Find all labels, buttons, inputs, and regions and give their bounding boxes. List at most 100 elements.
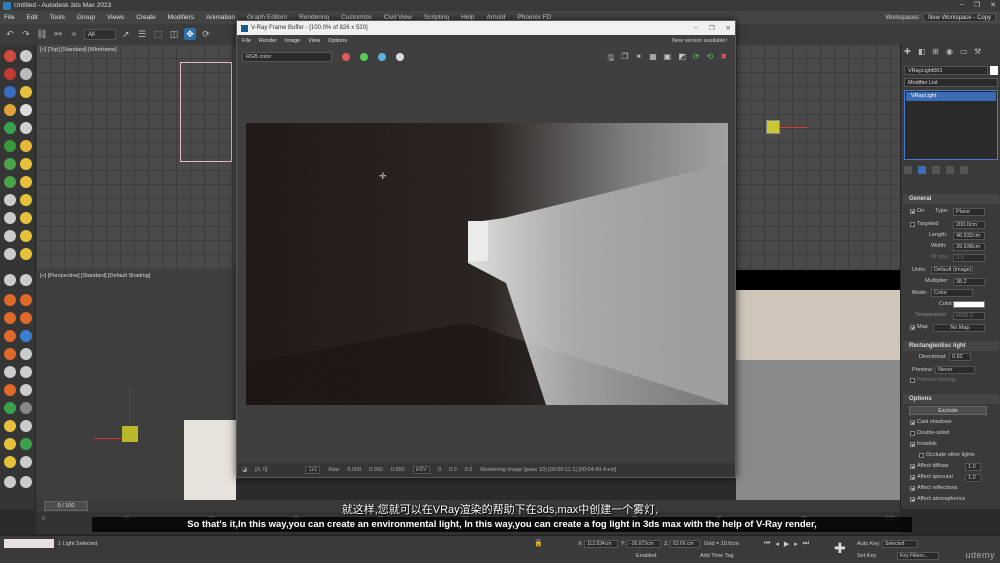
vfb-title-bar[interactable]: V-Ray Frame Buffer - [100.0% of 826 x 52…: [237, 21, 735, 35]
on-checkbox[interactable]: [910, 209, 915, 214]
time-slider[interactable]: 0 / 100: [36, 500, 900, 512]
vray-icon[interactable]: [4, 476, 16, 488]
flower-icon[interactable]: [20, 176, 32, 188]
top-viewport[interactable]: [+] [Top] [Standard] [Wireframe]: [36, 44, 236, 270]
bulb-icon[interactable]: [20, 86, 32, 98]
vfb-menu-image[interactable]: Image: [285, 38, 300, 44]
brush-icon[interactable]: [20, 384, 32, 396]
leaf-icon[interactable]: [4, 140, 16, 152]
vfb-maximize-button[interactable]: ❐: [709, 24, 715, 32]
auto-key-selection[interactable]: Selected: [882, 540, 918, 548]
affect-reflections-checkbox[interactable]: [910, 486, 915, 491]
list-icon[interactable]: [4, 274, 16, 286]
ring-icon[interactable]: [20, 456, 32, 468]
unlink-icon[interactable]: ⚯: [52, 28, 64, 40]
play-icon[interactable]: ▶: [784, 540, 789, 548]
x-coordinate-field[interactable]: 112.834cm: [584, 540, 618, 548]
smoke-icon[interactable]: [20, 312, 32, 324]
go-to-start-icon[interactable]: ⏮: [764, 540, 770, 548]
occlude-checkbox[interactable]: [919, 453, 924, 458]
chain-icon[interactable]: [20, 122, 32, 134]
plant-icon[interactable]: [4, 158, 16, 170]
select-object-icon[interactable]: ➚: [120, 28, 132, 40]
track-bar[interactable]: 0 10 20 30 40 50 60 70 80 90 100: [36, 512, 900, 534]
general-rollout-header[interactable]: General: [903, 194, 999, 204]
modify-tab-icon[interactable]: ◧: [918, 47, 928, 57]
z-coordinate-field[interactable]: 63.66 cm: [670, 540, 700, 548]
menu-group[interactable]: Group: [77, 14, 95, 21]
cast-shadows-checkbox[interactable]: [910, 420, 915, 425]
workspace-dropdown[interactable]: New Workspace - Copy: [923, 13, 996, 22]
magnet-icon[interactable]: [4, 68, 16, 80]
width-spinner[interactable]: 39.938cm: [953, 243, 985, 251]
affect-specular-checkbox[interactable]: [910, 475, 915, 480]
light-color-swatch[interactable]: [953, 301, 985, 308]
window-crossing-icon[interactable]: ◫: [168, 28, 180, 40]
length-spinner[interactable]: 46.932cm: [953, 232, 985, 240]
perspective-viewport[interactable]: [+] [Perspective] [Standard] [Default Sh…: [36, 270, 236, 500]
exclude-button[interactable]: Exclude: [909, 406, 987, 415]
sun-icon[interactable]: [4, 104, 16, 116]
select-move-icon[interactable]: ✥: [184, 28, 196, 40]
wave-icon[interactable]: [4, 348, 16, 360]
paint-icon[interactable]: [4, 420, 16, 432]
light-rectangle[interactable]: [180, 62, 232, 162]
temperature-spinner[interactable]: 6500.0: [953, 312, 985, 320]
go-to-end-icon[interactable]: ⏭: [803, 540, 809, 548]
type-dropdown[interactable]: Plane: [953, 208, 985, 216]
set-key-icon[interactable]: ✚: [834, 540, 846, 557]
make-unique-icon[interactable]: [932, 166, 940, 174]
tint-icon[interactable]: [20, 420, 32, 432]
utilities-tab-icon[interactable]: ⚒: [974, 47, 984, 57]
grid-icon[interactable]: [4, 366, 16, 378]
wsize-spinner[interactable]: 0.0: [953, 254, 985, 262]
green-channel-icon[interactable]: [360, 53, 368, 61]
lens-effects-icon[interactable]: ▦: [649, 52, 657, 66]
earth-icon[interactable]: [4, 402, 16, 414]
remove-modifier-icon[interactable]: [946, 166, 954, 174]
vray-frame-buffer-window[interactable]: V-Ray Frame Buffer - [100.0% of 826 x 52…: [236, 20, 736, 478]
targeted-checkbox[interactable]: [910, 222, 915, 227]
right-perspective-viewport[interactable]: [736, 270, 900, 500]
directional-spinner[interactable]: 0.82: [949, 353, 971, 361]
palette-icon[interactable]: [4, 384, 16, 396]
vfb-menu-view[interactable]: View: [308, 38, 320, 44]
flame-icon[interactable]: [20, 294, 32, 306]
menu-animation[interactable]: Animation: [206, 14, 235, 21]
modifier-stack-item[interactable]: VRayLight: [906, 92, 996, 101]
affect-diffuse-checkbox[interactable]: [910, 464, 915, 469]
pause-icon[interactable]: [4, 212, 16, 224]
redo-icon[interactable]: ↷: [20, 28, 32, 40]
map-checkbox[interactable]: [910, 325, 915, 330]
affect-atmospherics-checkbox[interactable]: [910, 497, 915, 502]
rect-selection-icon[interactable]: ⬚: [152, 28, 164, 40]
pen-icon[interactable]: [4, 456, 16, 468]
set-key-button[interactable]: Set Key: [857, 553, 876, 559]
shade-icon[interactable]: [20, 274, 32, 286]
selection-filter-dropdown[interactable]: All: [84, 28, 116, 40]
select-by-name-icon[interactable]: ☰: [136, 28, 148, 40]
vfb-menu-file[interactable]: File: [242, 38, 251, 44]
sparkle-icon[interactable]: ✶: [636, 52, 643, 66]
multiplier-spinner[interactable]: 38.2: [953, 278, 985, 286]
teapot-icon[interactable]: [4, 50, 16, 62]
stop-icon[interactable]: [4, 230, 16, 242]
frame-indicator[interactable]: 0 / 100: [44, 501, 88, 511]
burn-icon[interactable]: [4, 312, 16, 324]
add-time-tag[interactable]: Add Time Tag: [700, 553, 734, 559]
ball-icon[interactable]: [20, 348, 32, 360]
save-all-icon[interactable]: ❐: [621, 52, 628, 66]
link2-icon[interactable]: [20, 366, 32, 378]
modifier-list-dropdown[interactable]: Modifier List: [904, 78, 998, 87]
region-render-icon[interactable]: ▣: [664, 52, 672, 66]
target-icon[interactable]: [4, 176, 16, 188]
minimize-button[interactable]: –: [960, 1, 964, 9]
prev-frame-icon[interactable]: ◂: [775, 540, 779, 548]
preview-dropdown[interactable]: Never: [935, 366, 975, 374]
rendered-image[interactable]: ✛: [246, 123, 728, 405]
menu-file[interactable]: File: [4, 14, 14, 21]
tree-icon[interactable]: [20, 438, 32, 450]
menu-edit[interactable]: Edit: [26, 14, 37, 21]
perspective-viewport-label[interactable]: [+] [Perspective] [Standard] [Default Sh…: [40, 273, 150, 279]
clock-icon[interactable]: [4, 248, 16, 260]
